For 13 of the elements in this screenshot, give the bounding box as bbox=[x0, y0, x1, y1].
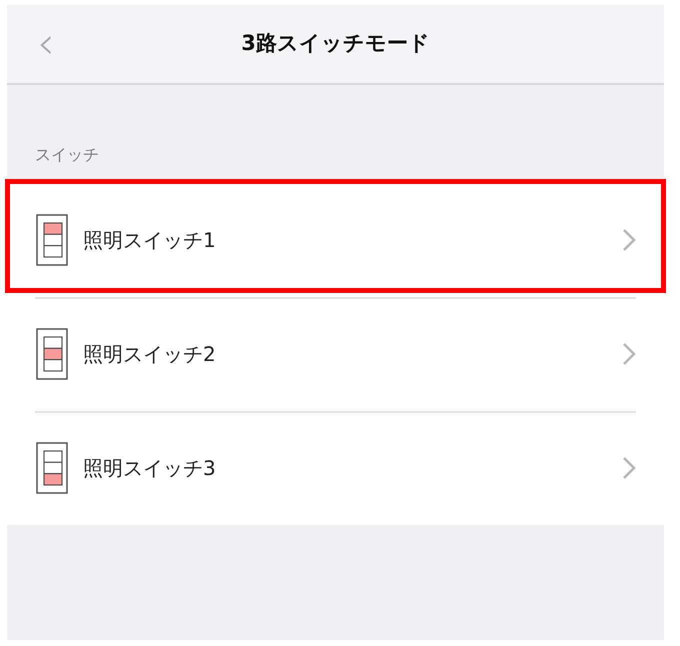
chevron-right-icon bbox=[622, 342, 636, 366]
switch-row[interactable]: 照明スイッチ2 bbox=[7, 297, 664, 411]
page-title: 3路スイッチモード bbox=[241, 30, 430, 58]
switch-row[interactable]: 照明スイッチ3 bbox=[7, 411, 664, 525]
switch-label: 照明スイッチ3 bbox=[83, 455, 216, 482]
wall-switch-icon bbox=[35, 213, 69, 267]
chevron-right-icon bbox=[622, 228, 636, 252]
wall-switch-icon bbox=[35, 327, 69, 381]
wall-switch-icon bbox=[35, 441, 69, 495]
section-label: スイッチ bbox=[35, 145, 99, 164]
switch-label: 照明スイッチ2 bbox=[83, 341, 216, 368]
switch-label: 照明スイッチ1 bbox=[83, 227, 216, 254]
chevron-right-icon bbox=[622, 456, 636, 480]
